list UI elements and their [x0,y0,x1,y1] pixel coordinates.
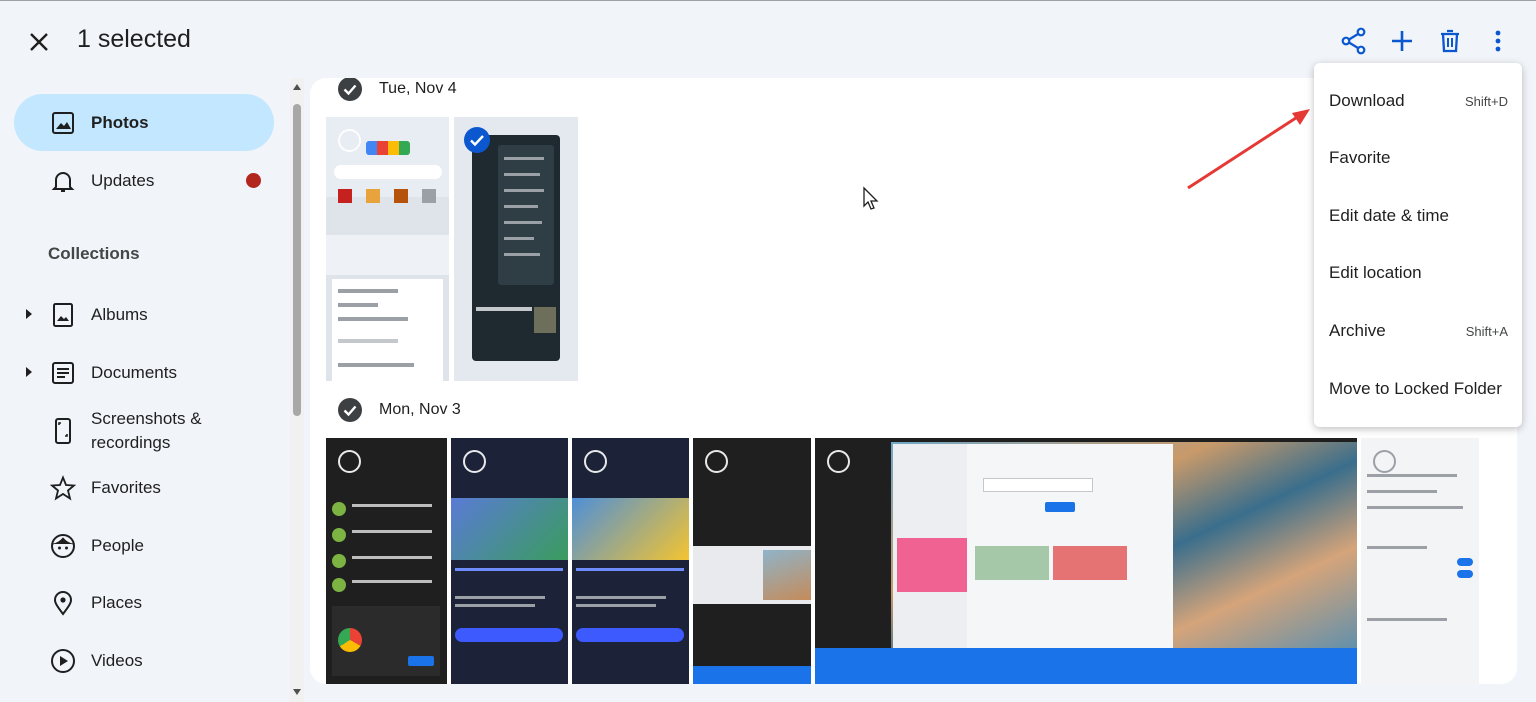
select-circle[interactable] [827,450,850,473]
sidebar-item-favorites[interactable]: Favorites [14,459,274,516]
menu-item-shortcut: Shift+D [1465,94,1508,109]
sidebar-item-documents[interactable]: Documents [14,344,274,401]
caret-right-icon[interactable] [24,308,34,320]
photo-thumbnail[interactable] [815,438,1357,684]
date-group-header[interactable]: Tue, Nov 4 [338,78,457,102]
select-circle[interactable] [338,129,361,152]
location-pin-icon [53,590,73,616]
more-options-menu: Download Shift+D Favorite Edit date & ti… [1314,63,1522,427]
phone-screenshot-icon [55,418,71,444]
menu-item-edit-date-time[interactable]: Edit date & time [1314,188,1522,245]
selected-check-icon[interactable] [464,127,490,153]
sidebar-item-label: Favorites [91,477,161,497]
sidebar: Photos Updates Collections Albums Docume… [0,78,290,702]
close-icon[interactable] [24,27,54,57]
menu-item-label: Move to Locked Folder [1329,379,1502,398]
photo-thumbnail-selected[interactable] [454,117,578,381]
sidebar-item-label-line2: recordings [91,433,171,452]
date-label: Tue, Nov 4 [379,80,457,97]
sidebar-item-label: Updates [91,170,155,190]
menu-item-favorite[interactable]: Favorite [1314,130,1522,187]
check-circle-icon[interactable] [338,398,362,422]
face-icon [51,533,75,558]
album-icon [53,302,73,327]
photo-thumbnail[interactable] [326,117,449,381]
add-icon[interactable] [1388,27,1416,55]
scroll-down-arrow-icon[interactable] [292,688,302,696]
sidebar-item-albums[interactable]: Albums [14,286,274,343]
menu-item-move-to-locked-folder[interactable]: Move to Locked Folder [1314,361,1522,418]
photo-thumbnail[interactable] [693,438,811,684]
scrollbar-thumb[interactable] [293,104,301,416]
vertical-scrollbar[interactable] [290,78,304,702]
sidebar-item-label: Videos [91,650,143,670]
selection-toolbar: 1 selected [0,0,1536,78]
sidebar-item-label: Albums [91,304,148,324]
select-circle[interactable] [463,450,486,473]
sidebar-item-label: Places [91,592,143,612]
photo-thumbnail[interactable] [326,438,447,684]
caret-right-icon[interactable] [24,366,34,378]
photo-thumbnail[interactable] [572,438,689,684]
check-circle-icon[interactable] [338,78,362,101]
sidebar-item-people[interactable]: People [14,517,274,574]
sidebar-item-places[interactable]: Places [14,574,274,631]
menu-item-edit-location[interactable]: Edit location [1314,245,1522,302]
star-icon [50,474,76,500]
sidebar-item-label-line1: Screenshots & [91,409,202,428]
menu-item-shortcut: Shift+A [1465,324,1508,339]
date-group-header[interactable]: Mon, Nov 3 [338,397,461,423]
trash-icon[interactable] [1436,27,1464,55]
sidebar-item-label: Documents [91,362,177,382]
menu-item-label: Favorite [1329,148,1391,167]
sidebar-item-updates[interactable]: Updates [14,152,274,209]
collections-heading: Collections [48,244,140,263]
document-icon [52,361,74,384]
menu-item-download[interactable]: Download Shift+D [1314,73,1522,130]
notification-badge [246,173,261,188]
sidebar-item-photos[interactable]: Photos [14,94,274,151]
scroll-up-arrow-icon[interactable] [292,83,302,91]
bell-icon [51,171,75,192]
menu-item-label: Edit location [1329,263,1422,282]
select-circle[interactable] [1373,450,1396,473]
photo-thumbnail[interactable] [1361,438,1479,684]
play-circle-icon [51,648,75,673]
date-label: Mon, Nov 3 [379,401,461,418]
menu-item-archive[interactable]: Archive Shift+A [1314,303,1522,360]
selection-count-title: 1 selected [77,25,191,53]
sidebar-item-screenshots[interactable]: Screenshots & recordings [14,402,274,460]
more-vert-icon[interactable] [1484,27,1512,55]
select-circle[interactable] [338,450,361,473]
share-icon[interactable] [1340,27,1368,55]
menu-item-label: Download [1329,91,1405,110]
sidebar-item-label: People [91,535,144,555]
select-circle[interactable] [705,450,728,473]
menu-item-label: Edit date & time [1329,206,1450,225]
photo-thumbnail[interactable] [451,438,568,684]
sidebar-item-label: Photos [91,112,149,132]
mouse-cursor-icon [863,186,879,210]
menu-item-label: Archive [1329,321,1386,340]
sidebar-item-videos[interactable]: Videos [14,632,274,689]
select-circle[interactable] [584,450,607,473]
photo-icon [52,111,74,134]
